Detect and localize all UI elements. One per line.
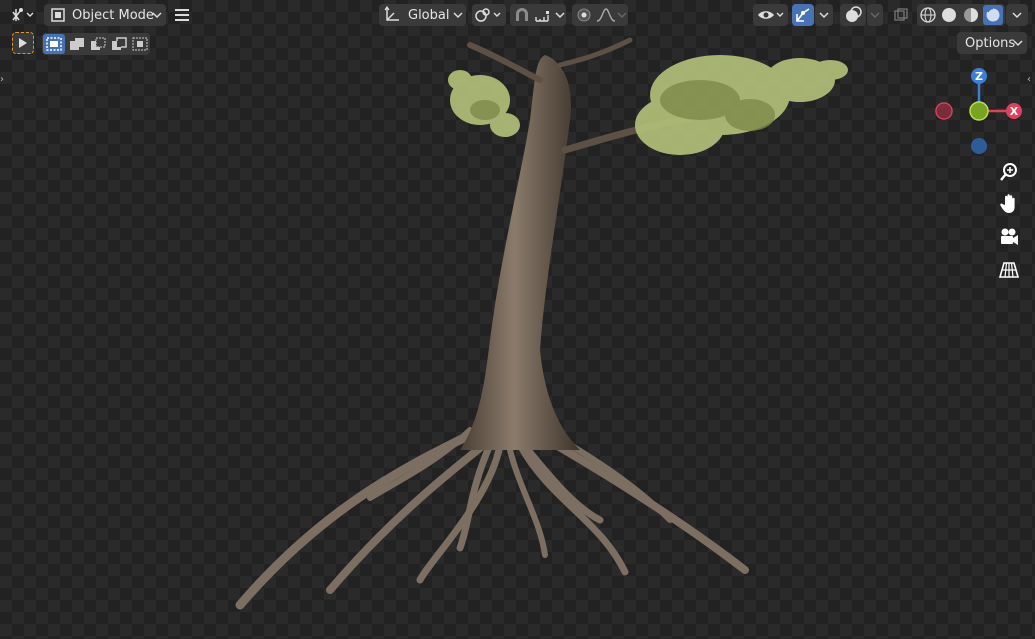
select-new-icon (46, 37, 63, 51)
x-axis-label: X (1010, 105, 1019, 118)
menu-button[interactable] (170, 4, 194, 26)
xray-icon (894, 8, 908, 21)
mode-label: Object Mode (72, 7, 154, 23)
material-preview-icon[interactable] (962, 6, 980, 24)
transform-orientation-icon (384, 6, 399, 21)
eye-visibility-icon (757, 11, 783, 19)
chevron-down-icon (819, 12, 829, 19)
snap-magnet-icon[interactable] (511, 7, 533, 23)
pivot-point-icon (475, 8, 501, 22)
zoom-button[interactable] (996, 159, 1022, 185)
overlay-dropdown[interactable] (867, 4, 883, 26)
shading-dropdown[interactable] (1006, 4, 1028, 26)
3d-viewport[interactable]: Object Mode Global Options › ‹ Z X (0, 0, 1035, 639)
tree-model (235, 37, 848, 610)
neg-z-axis[interactable] (971, 138, 987, 154)
zoom-icon (1000, 163, 1017, 181)
select-tool-button[interactable] (12, 32, 34, 54)
select-new-button[interactable] (43, 34, 66, 54)
viewport-header: Object Mode Global (0, 0, 1035, 30)
orientation-label: Global (408, 7, 450, 23)
select-invert-icon[interactable] (110, 36, 128, 52)
xray-toggle-button[interactable] (889, 4, 913, 26)
chevron-down-icon (152, 12, 162, 19)
camera-view-button[interactable] (996, 224, 1022, 250)
chevron-down-icon (870, 12, 880, 19)
navigation-gizmo[interactable]: Z X (930, 64, 1034, 164)
left-region-toggle[interactable]: › (0, 74, 4, 85)
chevron-down-icon (1012, 12, 1022, 19)
pivot-point-dropdown[interactable] (472, 4, 506, 26)
select-subtract-icon[interactable] (89, 36, 107, 52)
select-intersect-icon[interactable] (131, 36, 149, 52)
rendered-shading-icon (986, 7, 1000, 22)
mode-dropdown[interactable]: Object Mode (44, 4, 166, 26)
hamburger-menu-icon (175, 9, 189, 21)
perspective-toggle-button[interactable] (996, 257, 1022, 283)
camera-view-icon (1001, 228, 1018, 245)
gizmo-dropdown[interactable] (815, 4, 833, 26)
proportional-edit-icon[interactable] (573, 7, 595, 23)
falloff-curve-icon[interactable] (595, 7, 617, 23)
snap-group (510, 4, 566, 26)
chevron-down-icon (1013, 40, 1023, 47)
solid-shading-icon[interactable] (940, 6, 958, 24)
perspective-grid-icon (998, 262, 1020, 278)
chevron-down-icon (453, 12, 463, 19)
grid-transform-icon (12, 8, 34, 21)
options-label: Options (965, 35, 1016, 51)
rendered-shading-button[interactable] (983, 5, 1004, 25)
options-dropdown[interactable]: Options (957, 32, 1027, 54)
select-extend-icon[interactable] (68, 36, 86, 52)
snap-increment-icon[interactable] (533, 7, 555, 23)
y-axis[interactable] (969, 101, 989, 121)
proportional-edit-group (572, 4, 628, 26)
hand-pan-icon (1000, 194, 1015, 213)
wireframe-shading-icon[interactable] (919, 6, 937, 24)
selection-mode-group (42, 33, 150, 55)
object-mode-icon (51, 8, 65, 22)
shading-group (917, 4, 1005, 26)
z-axis-label: Z (975, 70, 983, 83)
gizmo-toggle-button[interactable] (792, 4, 814, 26)
gizmo-toggle-icon (796, 8, 810, 22)
chevron-down-icon (555, 12, 565, 19)
overlay-toggle-button[interactable] (840, 4, 866, 26)
chevron-down-icon (617, 12, 627, 19)
cursor-icon (19, 38, 27, 48)
pan-button[interactable] (996, 191, 1022, 217)
overlay-icon (846, 6, 862, 22)
orientation-dropdown[interactable]: Global (379, 4, 466, 26)
editor-type-button[interactable] (6, 4, 40, 26)
visibility-dropdown[interactable] (753, 4, 788, 26)
